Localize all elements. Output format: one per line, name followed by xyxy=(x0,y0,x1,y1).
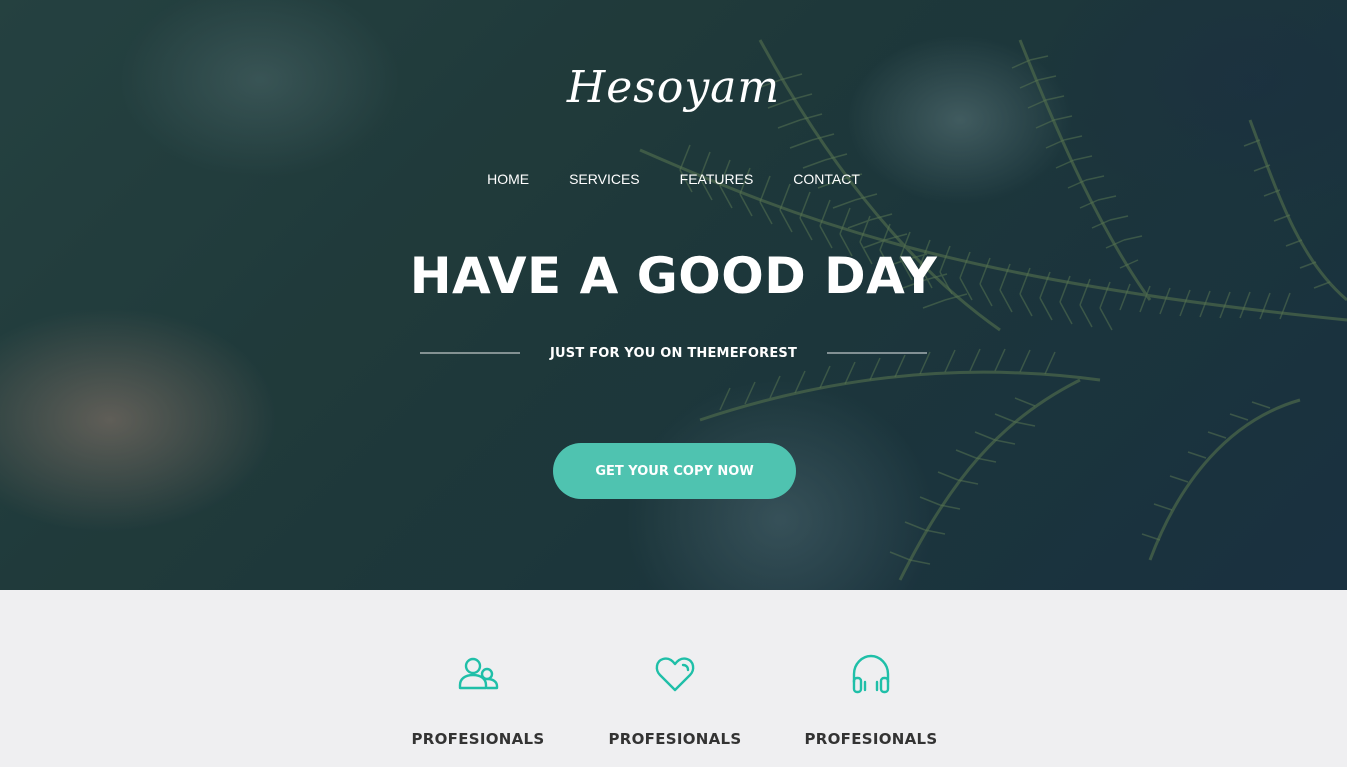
tagline-divider-right xyxy=(827,352,927,354)
feature-label: PROFESIONALS xyxy=(804,730,938,748)
nav-item-home[interactable]: HOME xyxy=(487,170,529,188)
nav-item-contact[interactable]: CONTACT xyxy=(793,170,860,188)
heart-icon xyxy=(655,657,695,692)
get-copy-button[interactable]: GET YOUR COPY NOW xyxy=(553,443,796,499)
nav-item-features[interactable]: FEATURES xyxy=(680,170,754,188)
brand-logo[interactable]: Hesoyam xyxy=(0,58,1347,118)
features-section: PROFESIONALS PROFESIONALS PROFESIONALS xyxy=(0,590,1347,767)
feature-label: PROFESIONALS xyxy=(608,730,742,748)
hero-tagline: JUST FOR YOU ON THEMEFOREST xyxy=(549,345,798,361)
hero-section: Hesoyam HOME SERVICES FEATURES CONTACT H… xyxy=(0,0,1347,590)
tagline-divider-left xyxy=(420,352,520,354)
headphones-icon xyxy=(852,654,890,694)
main-nav: HOME SERVICES FEATURES CONTACT xyxy=(0,170,1347,188)
feature-label: PROFESIONALS xyxy=(411,730,545,748)
hero-headline: HAVE A GOOD DAY xyxy=(409,247,938,305)
tagline-row: JUST FOR YOU ON THEMEFOREST xyxy=(420,343,927,363)
nav-item-services[interactable]: SERVICES xyxy=(569,170,640,188)
users-icon xyxy=(458,657,499,690)
